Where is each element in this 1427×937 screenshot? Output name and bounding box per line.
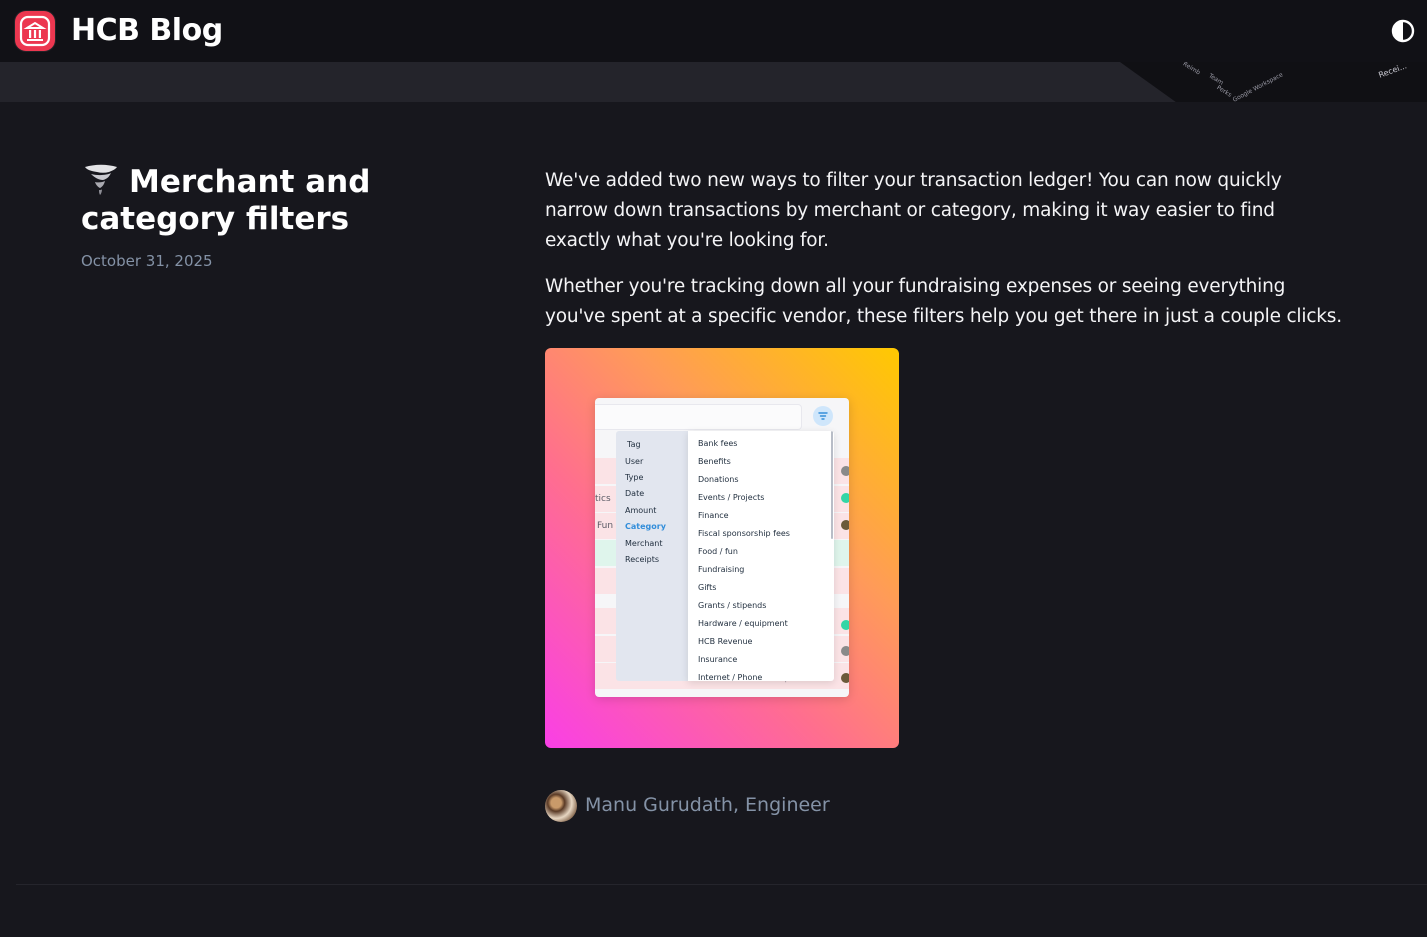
- avatar: [841, 646, 849, 656]
- category-option: Hardware / equipment: [698, 619, 788, 628]
- menu-item: Tag: [627, 440, 641, 449]
- filter-type-menu: Tag User Type Date Amount Category Merch…: [616, 431, 688, 681]
- avatar: [841, 520, 849, 530]
- category-option: Fundraising: [698, 565, 745, 574]
- menu-item-active: Category: [625, 522, 666, 531]
- status-badge: [841, 493, 849, 503]
- search-bar: [595, 404, 802, 430]
- tornado-icon: [81, 164, 121, 196]
- top-navigation-bar: HCB Blog: [0, 0, 1427, 62]
- category-option: HCB Revenue: [698, 637, 753, 646]
- filter-icon: [813, 406, 833, 426]
- category-option: Events / Projects: [698, 493, 765, 502]
- menu-item: Merchant: [625, 539, 663, 548]
- category-option: Insurance: [698, 655, 738, 664]
- post-paragraph: Whether you're tracking down all your fu…: [545, 276, 1342, 327]
- category-option: Gifts: [698, 583, 717, 592]
- banner-snippet: Perks: [1215, 84, 1233, 99]
- divider: [16, 884, 1427, 885]
- avatar: [545, 790, 577, 822]
- category-option: Internet / Phone: [698, 673, 763, 681]
- category-option: Donations: [698, 475, 739, 484]
- post-body: We've added two new ways to filter your …: [545, 166, 1345, 348]
- category-option: Food / fun: [698, 547, 738, 556]
- contrast-icon[interactable]: [1391, 19, 1415, 43]
- category-list: Bank fees Benefits Donations Events / Pr…: [688, 431, 834, 681]
- ledger-fragment: Fun: [597, 521, 614, 531]
- category-option: Fiscal sponsorship fees: [698, 529, 790, 538]
- category-option: Bank fees: [698, 439, 738, 448]
- menu-item: Amount: [625, 506, 657, 515]
- category-option: Benefits: [698, 457, 731, 466]
- menu-item: Date: [625, 489, 645, 498]
- menu-item: User: [625, 457, 644, 466]
- banner-screenshot: Reimb Team Perks Google Workspace Recei.…: [1120, 62, 1427, 102]
- hero-banner: Reimb Team Perks Google Workspace Recei.…: [0, 62, 1427, 102]
- menu-item: Type: [625, 473, 644, 482]
- ledger-fragment: tics: [595, 494, 611, 504]
- post-paragraph: We've added two new ways to filter your …: [545, 170, 1282, 251]
- filter-menu-screenshot: tics Fun $37 6.82 Tag User Type Date Amo…: [595, 398, 849, 697]
- banner-snippet: Reimb: [1181, 62, 1202, 77]
- author-name[interactable]: Manu Gurudath, Engineer: [585, 791, 830, 819]
- status-badge: [841, 620, 849, 630]
- post-title: Merchant and category filters: [81, 164, 481, 238]
- scrollbar: [831, 431, 833, 539]
- site-title[interactable]: HCB Blog: [71, 11, 223, 51]
- category-option: Grants / stipends: [698, 601, 767, 610]
- post-image: tics Fun $37 6.82 Tag User Type Date Amo…: [545, 348, 899, 748]
- banner-snippet: Team: [1207, 72, 1225, 87]
- avatar: [841, 466, 849, 476]
- post-date: October 31, 2025: [81, 252, 213, 270]
- banner-snippet: Google Workspace: [1231, 71, 1285, 102]
- banner-snippet: Recei...: [1377, 62, 1408, 80]
- bank-icon[interactable]: [15, 11, 55, 51]
- menu-item: Receipts: [625, 555, 660, 564]
- post-title-text: Merchant and category filters: [81, 164, 371, 237]
- category-option: Finance: [698, 511, 729, 520]
- avatar: [841, 673, 849, 683]
